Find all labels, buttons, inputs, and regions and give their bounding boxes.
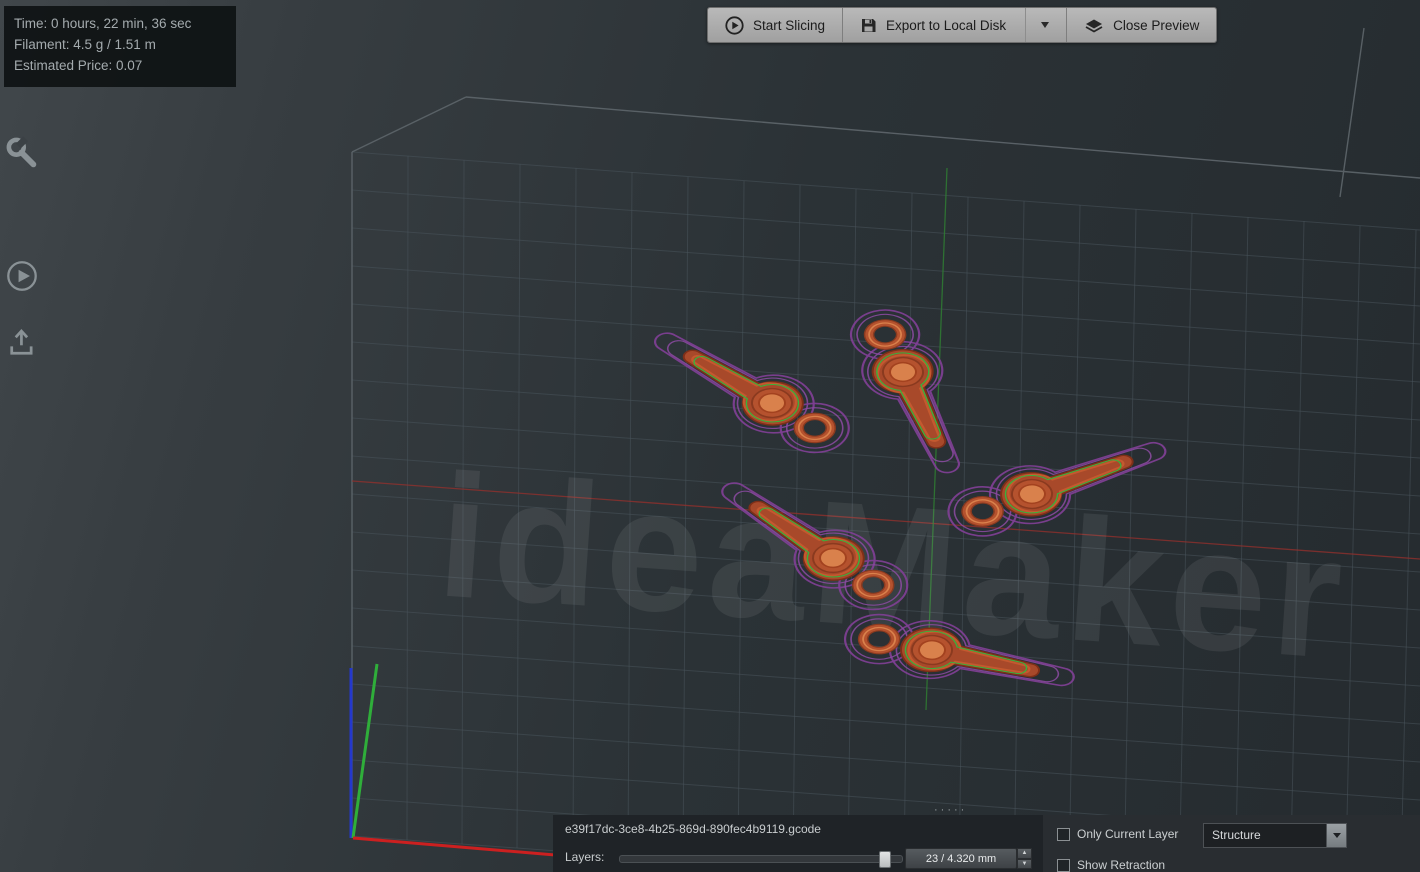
left-toolbar [6, 136, 46, 365]
watermark: ideaMaker [432, 438, 1353, 696]
export-to-local-disk-button[interactable]: Export to Local Disk [842, 8, 1067, 42]
preview-options-panel: Only Current Layer Show Retraction Struc… [1043, 815, 1420, 872]
layer-spin-down-button[interactable]: ▼ [1017, 858, 1032, 869]
save-disk-icon [862, 18, 876, 32]
layer-spin-up-button[interactable]: ▲ [1017, 848, 1032, 859]
print-time: Time: 0 hours, 22 min, 36 sec [14, 16, 192, 31]
only-current-layer-checkbox[interactable] [1057, 827, 1070, 841]
preview-toolbar: Start Slicing Export to Local Disk Close… [707, 7, 1218, 43]
close-preview-button[interactable]: Close Preview [1066, 8, 1217, 42]
layers-label: Layers: [565, 850, 605, 864]
gcode-filename: e39f17dc-3ce8-4b25-869d-890fec4b9119.gco… [565, 822, 821, 836]
chevron-down-icon [1332, 833, 1341, 838]
viewport-3d[interactable]: ideaMaker [0, 0, 1420, 872]
build-volume-edges [351, 27, 1420, 836]
start-print-icon[interactable] [6, 259, 38, 293]
start-slicing-label: Start Slicing [753, 17, 826, 33]
layer-slider-track[interactable] [619, 855, 903, 863]
estimated-price: Estimated Price: 0.07 [14, 57, 143, 73]
y-axis [351, 663, 379, 839]
structure-select[interactable]: Structure [1203, 823, 1347, 848]
structure-select-value: Structure [1212, 828, 1261, 842]
play-circle-icon [725, 15, 744, 35]
start-slicing-button[interactable]: Start Slicing [708, 8, 843, 42]
layer-value-field[interactable]: 23 / 4.320 mm [905, 848, 1017, 869]
layer-slider-handle[interactable] [879, 851, 891, 868]
layer-spinner: ▲ ▼ [1017, 848, 1032, 869]
show-retraction-option[interactable]: Show Retraction [1057, 858, 1165, 872]
show-retraction-checkbox[interactable] [1057, 858, 1070, 872]
layer-slider[interactable] [619, 851, 903, 868]
close-preview-label: Close Preview [1113, 17, 1200, 33]
export-dropdown-chevron-icon[interactable] [1041, 22, 1050, 28]
structure-select-arrow-button[interactable] [1326, 824, 1346, 847]
export-label: Export to Local Disk [886, 17, 1007, 33]
filament-usage: Filament: 4.5 g / 1.51 m [14, 36, 156, 52]
layers-icon [1085, 19, 1103, 33]
print-stats-panel: Time: 0 hours, 22 min, 36 sec Filament: … [4, 6, 236, 87]
export-separator [1025, 8, 1027, 42]
only-current-layer-label: Only Current Layer [1077, 827, 1179, 841]
settings-wrench-icon[interactable] [6, 136, 38, 170]
layer-preview-panel: e39f17dc-3ce8-4b25-869d-890fec4b9119.gco… [553, 815, 1043, 872]
only-current-layer-option[interactable]: Only Current Layer [1057, 827, 1178, 841]
show-retraction-label: Show Retraction [1077, 858, 1166, 872]
export-upload-icon[interactable] [6, 326, 38, 360]
printed-model-1[interactable] [633, 314, 867, 466]
